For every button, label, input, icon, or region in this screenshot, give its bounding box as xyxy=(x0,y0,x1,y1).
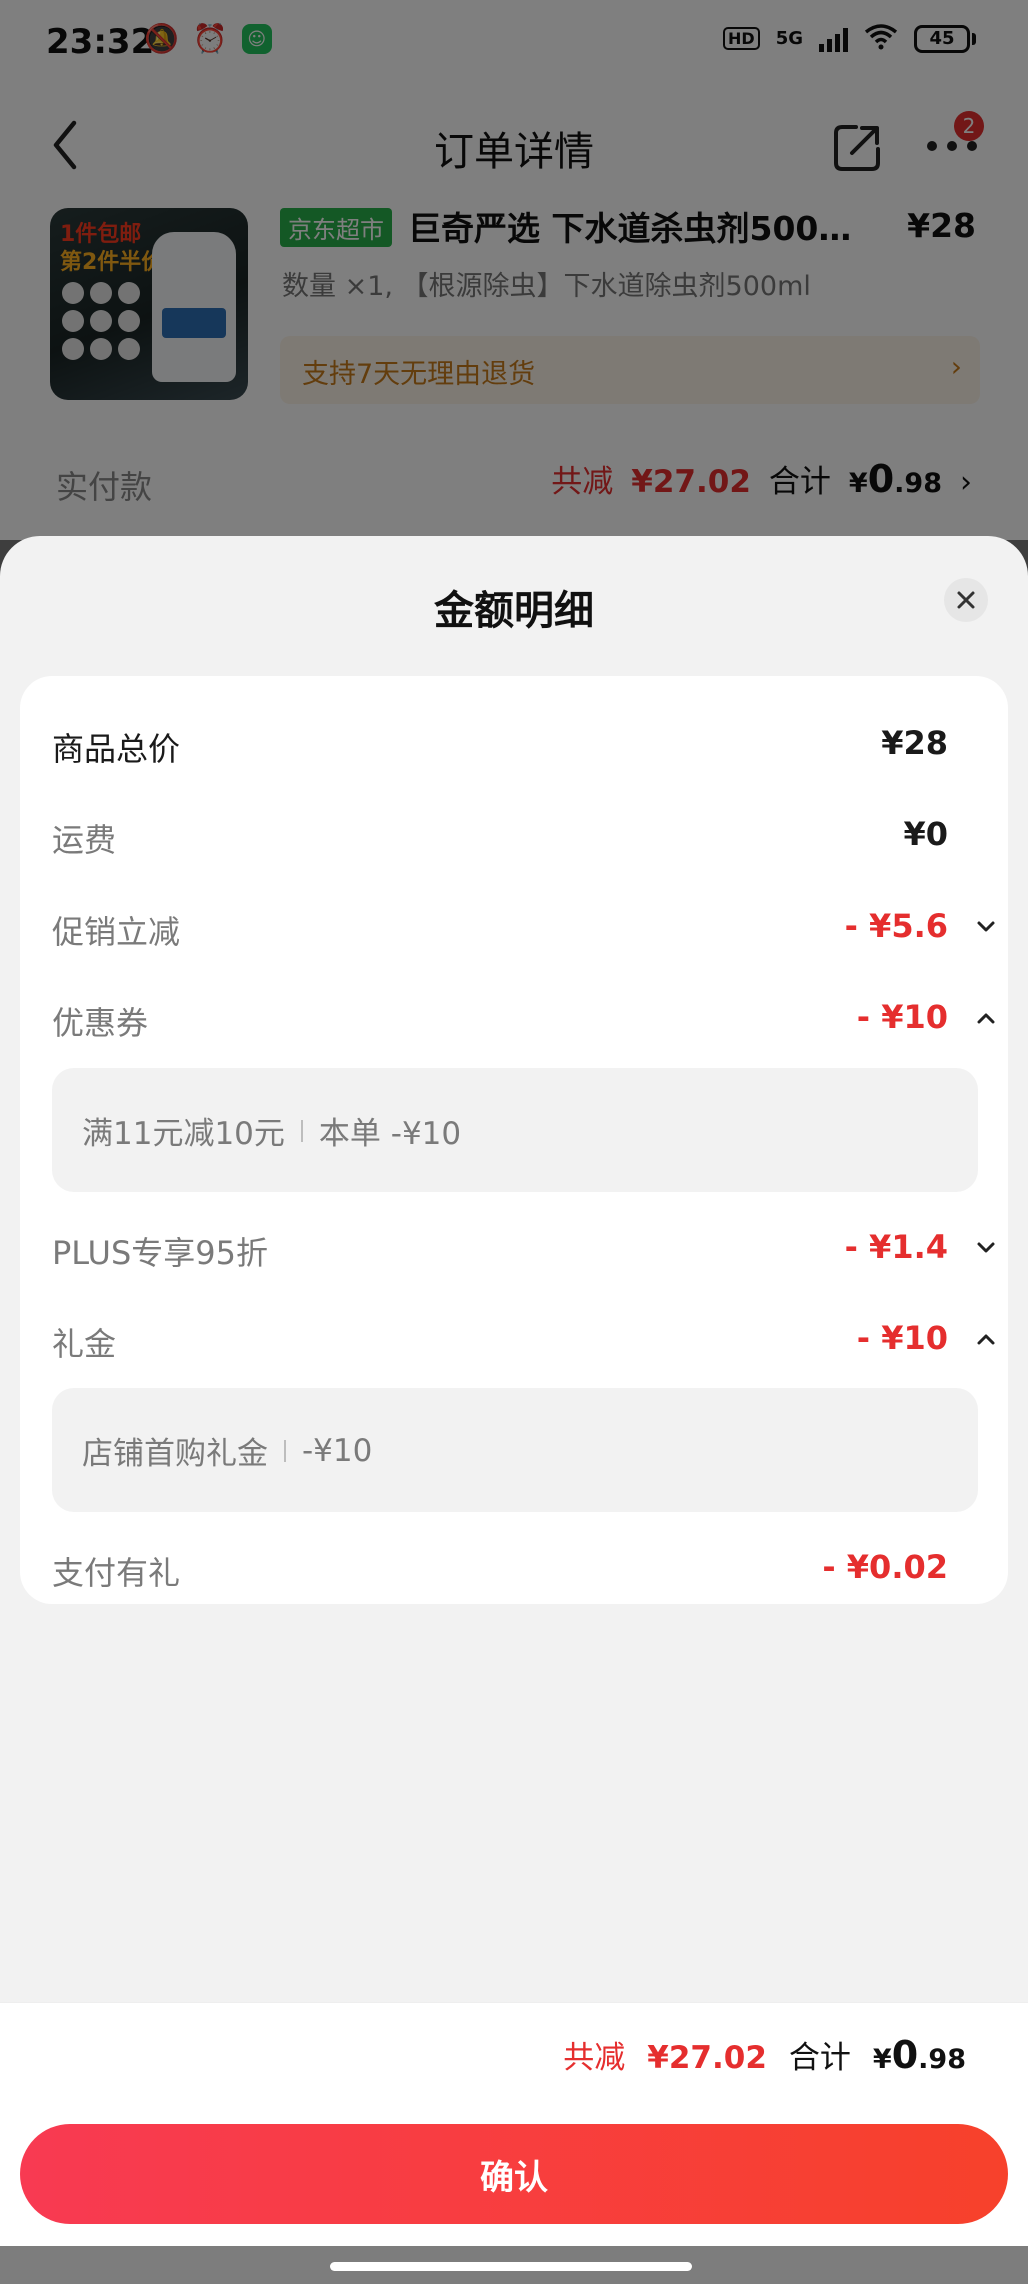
row-goods-total: 商品总价 ¥28 xyxy=(52,724,948,768)
footer-discount-value: ¥27.02 xyxy=(647,2040,767,2076)
footer-discount-label: 共减 xyxy=(563,2040,626,2076)
gift-money-value: - ¥10 xyxy=(856,1319,948,1357)
divider xyxy=(0,2002,1028,2003)
confirm-button[interactable]: 确认 xyxy=(20,2124,1008,2224)
gift-detail-name: 店铺首购礼金 xyxy=(82,1436,268,1472)
chevron-down-icon[interactable] xyxy=(972,913,1000,941)
home-indicator[interactable] xyxy=(330,2262,692,2271)
row-plus-discount[interactable]: PLUS专享95折 - ¥1.4 xyxy=(52,1218,1000,1278)
gift-detail-value: -¥10 xyxy=(302,1432,373,1469)
coupon-detail-value: 本单 -¥10 xyxy=(318,1116,462,1152)
row-coupon[interactable]: 优惠券 - ¥10 xyxy=(52,988,1000,1048)
pay-gift-value: - ¥0.02 xyxy=(822,1548,948,1586)
sheet-title: 金额明细 xyxy=(434,588,594,634)
footer-total-value: ¥0.98 xyxy=(872,2033,966,2077)
chevron-up-icon[interactable] xyxy=(972,1325,1000,1353)
amount-detail-card: 商品总价 ¥28 运费 ¥0 促销立减 - ¥5.6 优惠券 - ¥10 满11… xyxy=(20,676,1008,1604)
chevron-down-icon[interactable] xyxy=(972,1234,1000,1262)
shipping-value: ¥0 xyxy=(903,815,948,853)
amount-detail-sheet: 金额明细 商品总价 ¥28 运费 ¥0 促销立减 - ¥5.6 优惠券 - ¥1… xyxy=(0,536,1028,2246)
row-pay-gift: 支付有礼 - ¥0.02 xyxy=(52,1548,948,1592)
plus-discount-value: - ¥1.4 xyxy=(844,1228,948,1266)
goods-total-value: ¥28 xyxy=(881,724,948,762)
confirm-area: 确认 xyxy=(0,2110,1028,2246)
chevron-up-icon[interactable] xyxy=(972,1004,1000,1032)
row-gift-money[interactable]: 礼金 - ¥10 xyxy=(52,1309,1000,1369)
coupon-detail-name: 满11元减10元 xyxy=(82,1116,285,1152)
row-shipping: 运费 ¥0 xyxy=(52,815,948,859)
row-promo[interactable]: 促销立减 - ¥5.6 xyxy=(52,897,1000,957)
system-nav-bar xyxy=(0,2246,1028,2284)
coupon-value: - ¥10 xyxy=(856,998,948,1036)
promo-value: - ¥5.6 xyxy=(844,907,948,945)
footer-total-label: 合计 xyxy=(788,2040,851,2076)
coupon-detail-box: 满11元减10元 本单 -¥10 xyxy=(52,1068,978,1192)
footer-summary: 共减 ¥27.02 合计 ¥0.98 xyxy=(0,2002,1028,2110)
gift-detail-box: 店铺首购礼金 -¥10 xyxy=(52,1388,978,1512)
close-icon[interactable] xyxy=(944,578,988,622)
